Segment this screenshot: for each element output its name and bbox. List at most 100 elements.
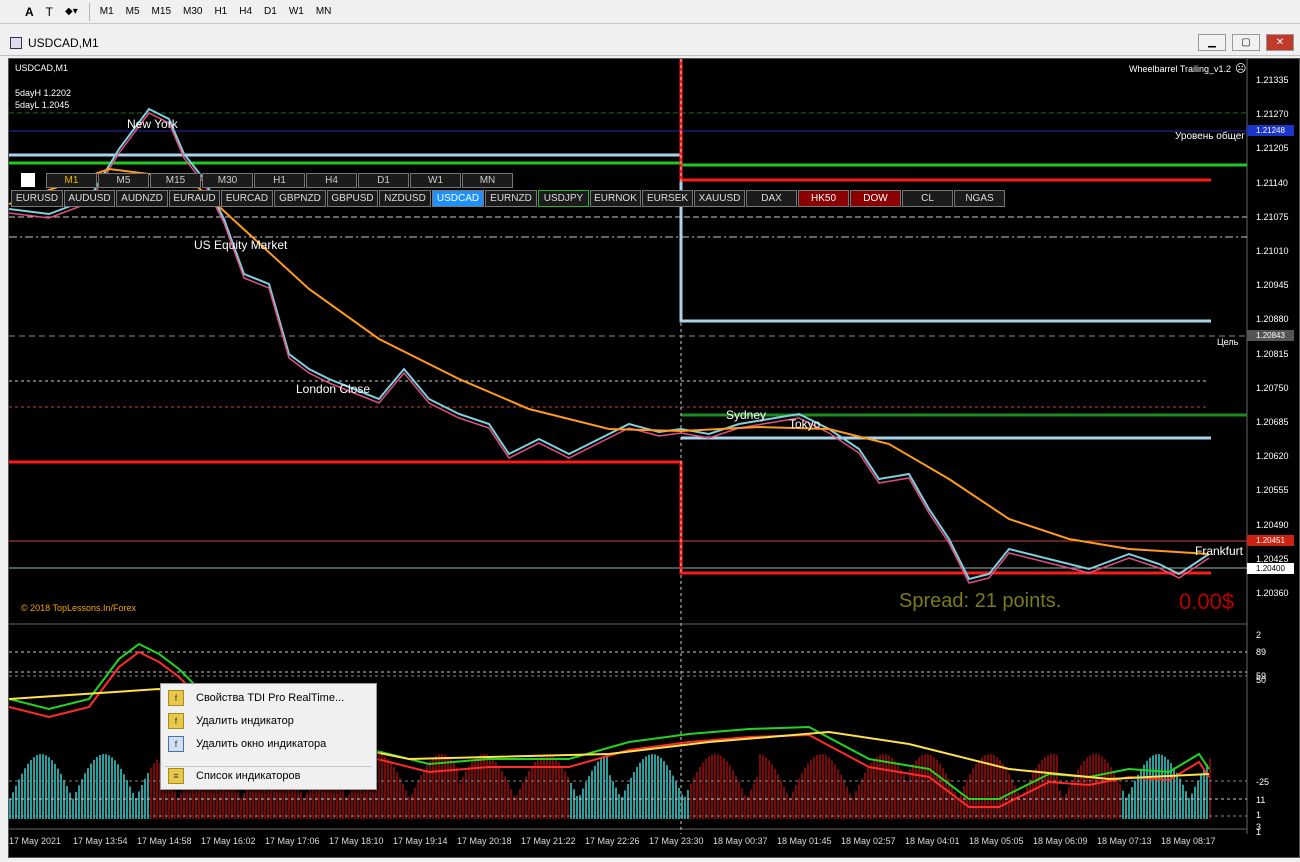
chart-tf-button-m5[interactable]: M5 bbox=[98, 173, 149, 188]
histogram-bar bbox=[639, 762, 641, 819]
toolbar-tf-m1[interactable]: M1 bbox=[94, 2, 120, 22]
shapes-dropdown-icon[interactable]: ◆▾ bbox=[60, 2, 83, 22]
histogram-bar bbox=[480, 754, 482, 819]
text-button[interactable]: T bbox=[41, 2, 58, 22]
histogram-bar bbox=[1143, 764, 1145, 819]
red-level bbox=[679, 59, 1211, 182]
symbol-button-bar: EURUSD AUDUSD AUDNZD EURAUD EURCAD GBPNZD GBPU… bbox=[11, 190, 1005, 207]
time-tick-label: 18 May 01:45 bbox=[777, 836, 832, 846]
symbol-button-gbpnzd[interactable]: GBPNZD bbox=[274, 190, 326, 207]
symbol-button-gbpusd[interactable]: GBPUSD bbox=[327, 190, 378, 207]
price-tick-label: 1.20750 bbox=[1256, 382, 1289, 393]
histogram-bar bbox=[1026, 785, 1028, 819]
histogram-bar bbox=[756, 777, 758, 819]
histogram-bar bbox=[612, 781, 614, 819]
delete-window-icon: f bbox=[168, 736, 184, 752]
histogram-bar bbox=[891, 757, 893, 819]
price-tag-red: 1.20451 bbox=[1247, 535, 1294, 546]
histogram-bar bbox=[30, 759, 32, 819]
histogram-bar bbox=[816, 754, 818, 819]
toolbar-tf-m5[interactable]: M5 bbox=[120, 2, 146, 22]
histogram-bar bbox=[36, 755, 38, 819]
histogram-bar bbox=[42, 754, 44, 819]
symbol-button-audusd[interactable]: AUDUSD bbox=[64, 190, 115, 207]
chart-tf-button-w1[interactable]: W1 bbox=[410, 173, 461, 188]
histogram-bar bbox=[51, 760, 53, 819]
minimize-button[interactable]: ▁ bbox=[1198, 34, 1226, 51]
toolbar-tf-h1[interactable]: H1 bbox=[208, 2, 233, 22]
histogram-bar bbox=[834, 764, 836, 819]
menu-item-delete-window[interactable]: f Удалить окно индикатора bbox=[161, 734, 376, 754]
symbol-button-eurusd[interactable]: EURUSD bbox=[11, 190, 63, 207]
chart-tf-button-h4[interactable]: H4 bbox=[306, 173, 357, 188]
checkbox-toggle[interactable] bbox=[21, 173, 35, 187]
histogram-bar bbox=[153, 763, 155, 819]
symbol-button-usdcad[interactable]: USDCAD bbox=[432, 190, 484, 207]
chart-tf-button-m15[interactable]: M15 bbox=[150, 173, 201, 188]
chart-tf-button-m30[interactable]: M30 bbox=[202, 173, 253, 188]
chart-window-title: USDCAD,M1 bbox=[28, 35, 99, 50]
time-tick-label: 17 May 20:18 bbox=[457, 836, 512, 846]
close-button[interactable]: ✕ bbox=[1266, 34, 1294, 51]
histogram-bar bbox=[1107, 762, 1109, 819]
price-tick-label: 1.20490 bbox=[1256, 519, 1289, 530]
histogram-bar bbox=[960, 792, 962, 819]
histogram-bar bbox=[852, 797, 854, 819]
symbol-button-dow[interactable]: DOW bbox=[850, 190, 901, 207]
toolbar-tf-w1[interactable]: W1 bbox=[283, 2, 310, 22]
histogram-bar bbox=[543, 754, 545, 819]
time-tick-label: 17 May 18:10 bbox=[329, 836, 384, 846]
histogram-bar bbox=[396, 772, 398, 819]
toolbar-tf-h4[interactable]: H4 bbox=[233, 2, 258, 22]
symbol-button-dax[interactable]: DAX bbox=[746, 190, 797, 207]
symbol-button-xauusd[interactable]: XAUUSD bbox=[694, 190, 745, 207]
histogram-bar bbox=[1059, 790, 1061, 819]
symbol-button-cl[interactable]: CL bbox=[902, 190, 953, 207]
sub-tick-label: 1 bbox=[1256, 810, 1262, 820]
histogram-bar bbox=[378, 754, 380, 819]
chart-tf-button-mn[interactable]: MN bbox=[462, 173, 513, 188]
menu-item-properties[interactable]: f Свойства TDI Pro RealTime... bbox=[161, 688, 376, 708]
menu-item-indicator-list[interactable]: ≡ Список индикаторов bbox=[161, 766, 376, 786]
histogram-bar bbox=[630, 777, 632, 819]
toolbar-tf-m15[interactable]: M15 bbox=[146, 2, 177, 22]
symbol-button-eursek[interactable]: EURSEK bbox=[642, 190, 693, 207]
histogram-bar bbox=[90, 763, 92, 819]
symbol-button-euraud[interactable]: EURAUD bbox=[169, 190, 220, 207]
symbol-button-nzdusd[interactable]: NZDUSD bbox=[379, 190, 431, 207]
histogram-bar bbox=[516, 795, 518, 819]
histogram-bar bbox=[753, 783, 755, 819]
maximize-button[interactable]: ▢ bbox=[1232, 34, 1260, 51]
symbol-button-hk50[interactable]: HK50 bbox=[798, 190, 849, 207]
histogram-bar bbox=[240, 798, 242, 819]
chart-tf-button-m1[interactable]: M1 bbox=[46, 173, 97, 188]
histogram-bar bbox=[882, 754, 884, 819]
histogram-bar bbox=[234, 784, 236, 819]
histogram-bar bbox=[570, 782, 572, 819]
histogram-bar bbox=[39, 754, 41, 819]
symbol-button-audnzd[interactable]: AUDNZD bbox=[116, 190, 168, 207]
toolbar-tf-mn[interactable]: MN bbox=[310, 2, 338, 22]
toolbar-tf-d1[interactable]: D1 bbox=[258, 2, 283, 22]
font-button[interactable]: A bbox=[20, 2, 39, 22]
histogram-bar bbox=[1110, 767, 1112, 819]
chart-tf-button-d1[interactable]: D1 bbox=[358, 173, 409, 188]
histogram-bar bbox=[654, 754, 656, 819]
chart-tf-button-h1[interactable]: H1 bbox=[254, 173, 305, 188]
symbol-button-eurnzd[interactable]: EURNZD bbox=[485, 190, 537, 207]
histogram-bar bbox=[684, 796, 686, 819]
symbol-button-ngas[interactable]: NGAS bbox=[954, 190, 1005, 207]
settings-circle-icon[interactable]: ☹ bbox=[1235, 62, 1246, 75]
histogram-bar bbox=[78, 785, 80, 819]
toolbar-tf-m30[interactable]: M30 bbox=[177, 2, 208, 22]
histogram-bar bbox=[822, 754, 824, 819]
histogram-bar bbox=[393, 766, 395, 819]
histogram-bar bbox=[900, 769, 902, 819]
histogram-bar bbox=[678, 787, 680, 819]
symbol-button-eurcad[interactable]: EURCAD bbox=[221, 190, 273, 207]
symbol-button-eurnok[interactable]: EURNOK bbox=[590, 190, 641, 207]
histogram-bar bbox=[405, 790, 407, 819]
symbol-button-usdjpy[interactable]: USDJPY bbox=[538, 190, 589, 207]
histogram-bar bbox=[936, 759, 938, 819]
menu-item-delete-indicator[interactable]: f Удалить индикатор bbox=[161, 711, 376, 731]
